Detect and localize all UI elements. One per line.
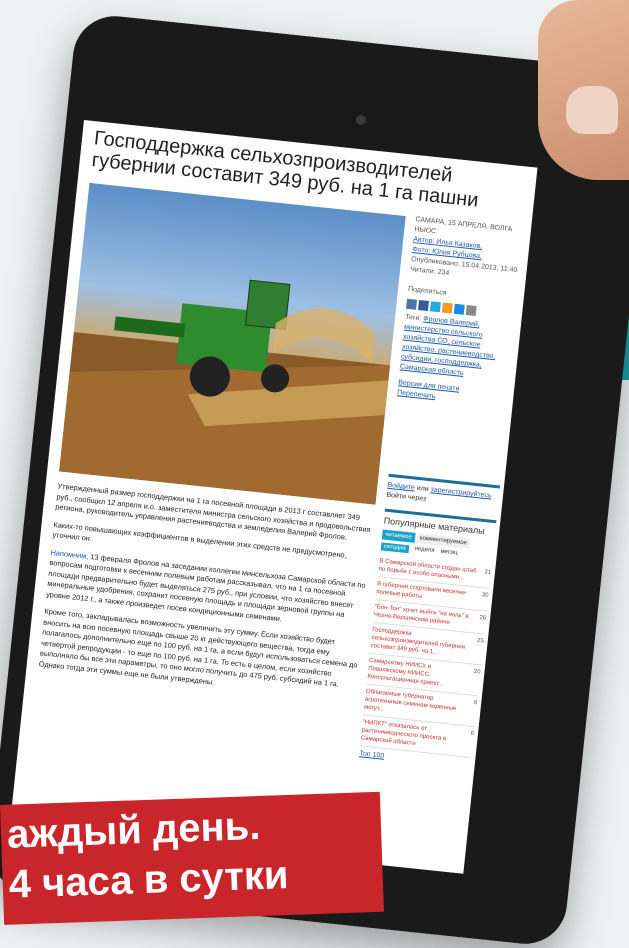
tags-list[interactable]: Фролов Валерий, министерство сельского х… [400, 316, 496, 377]
tablet-screen: Господдержка сельхозпроизводителей губер… [9, 120, 538, 874]
camera-icon [356, 115, 366, 125]
tab-readable[interactable]: читаемое [381, 529, 416, 543]
article-body: Утвержденный размер господдержки на 1 га… [38, 481, 375, 709]
mailru-icon[interactable] [453, 303, 465, 315]
subtab-week[interactable]: неделя [414, 546, 434, 556]
combine-harvester-image [59, 279, 391, 505]
promo-banner: аждый день. 4 часа в сутки [0, 791, 384, 925]
vk-icon[interactable] [406, 298, 418, 310]
thumb [566, 86, 618, 134]
login-box: Войдите или зарегистрируйтесь Войти чере… [385, 473, 501, 513]
twitter-icon[interactable] [429, 301, 441, 313]
login-or: или [416, 484, 429, 494]
subtab-today[interactable]: сегодня [380, 542, 409, 554]
promo-line-2: 4 часа в сутки [8, 852, 290, 907]
article-meta: САМАРА, 15 АПРЕЛЯ. ВОЛГА НЬЮС Автор: Иль… [397, 215, 528, 410]
odnoklassniki-icon[interactable] [441, 302, 453, 314]
popular-panel: Популярные материалы читаемое комментиру… [358, 508, 497, 769]
facebook-icon[interactable] [417, 300, 429, 311]
promo-line-1: аждый день. [6, 803, 262, 857]
share-link-icon[interactable] [465, 305, 477, 317]
tags-label: Теги: [404, 313, 422, 323]
article-photo [59, 182, 406, 505]
subtab-month[interactable]: месяц [440, 549, 458, 559]
login-link[interactable]: Войдите [387, 482, 415, 492]
